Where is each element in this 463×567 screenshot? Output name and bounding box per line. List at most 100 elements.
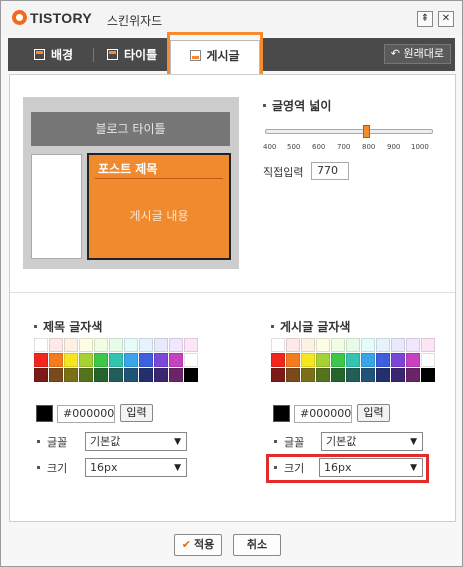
color-swatch[interactable] [139,338,153,352]
close-button[interactable]: ✕ [438,11,454,27]
color-swatch[interactable] [124,368,138,382]
color-swatch[interactable] [94,368,108,382]
color-swatch[interactable] [421,368,435,382]
title-size-select[interactable]: 16px ▼ [85,458,187,477]
body-color-hex-input[interactable]: #000000 [294,405,352,423]
color-swatch[interactable] [346,368,360,382]
window-title: 스킨위자드 [107,14,163,28]
color-swatch[interactable] [286,368,300,382]
color-swatch[interactable] [376,338,390,352]
color-swatch[interactable] [271,338,285,352]
revert-button[interactable]: ↶ 원래대로 [383,44,451,64]
color-swatch[interactable] [271,368,285,382]
color-swatch[interactable] [49,368,63,382]
color-swatch[interactable] [64,353,78,367]
color-swatch[interactable] [346,338,360,352]
layout-preview: 블로그 타이틀 포스트 제목 게시글 내용 [23,97,239,269]
color-swatch[interactable] [154,353,168,367]
color-swatch[interactable] [301,368,315,382]
color-swatch[interactable] [376,353,390,367]
body-color-apply-button[interactable]: 입력 [357,404,390,422]
color-swatch[interactable] [421,353,435,367]
color-swatch[interactable] [109,353,123,367]
color-swatch[interactable] [391,338,405,352]
color-swatch[interactable] [124,353,138,367]
color-swatch[interactable] [316,338,330,352]
color-swatch[interactable] [64,338,78,352]
color-swatch[interactable] [406,338,420,352]
color-swatch[interactable] [109,368,123,382]
color-swatch[interactable] [346,353,360,367]
color-swatch[interactable] [361,353,375,367]
highlight-box [266,454,429,483]
color-swatch[interactable] [49,353,63,367]
apply-button[interactable]: ✔ 적용 [174,534,222,556]
color-swatch[interactable] [94,353,108,367]
preview-post-title: 포스트 제목 [98,162,158,176]
color-swatch[interactable] [286,353,300,367]
color-swatch[interactable] [49,338,63,352]
color-swatch[interactable] [184,353,198,367]
color-swatch[interactable] [331,368,345,382]
color-swatch[interactable] [34,368,48,382]
color-swatch[interactable] [34,338,48,352]
body-color-palette[interactable] [271,338,436,383]
width-slider-thumb[interactable] [363,125,370,138]
title-color-hex-input[interactable]: #000000 [57,405,115,423]
color-swatch[interactable] [169,368,183,382]
color-swatch[interactable] [361,368,375,382]
color-swatch[interactable] [139,368,153,382]
color-swatch[interactable] [124,338,138,352]
color-swatch[interactable] [286,338,300,352]
color-swatch[interactable] [421,338,435,352]
title-color-apply-button[interactable]: 입력 [120,404,153,422]
body-color-preview [273,405,290,422]
pin-button[interactable]: ⇞ [417,11,433,27]
tab-background[interactable]: 배경 [34,41,73,69]
color-swatch[interactable] [391,368,405,382]
color-swatch[interactable] [301,338,315,352]
title-bar: TISTORY 스킨위자드 ⇞ ✕ [1,1,462,35]
preview-post: 포스트 제목 게시글 내용 [87,153,231,260]
color-swatch[interactable] [79,353,93,367]
tistory-logo-icon [12,10,27,25]
width-slider[interactable] [265,129,433,134]
color-swatch[interactable] [391,353,405,367]
color-swatch[interactable] [331,353,345,367]
color-swatch[interactable] [361,338,375,352]
color-swatch[interactable] [184,338,198,352]
color-swatch[interactable] [139,353,153,367]
color-swatch[interactable] [184,368,198,382]
color-swatch[interactable] [154,368,168,382]
color-swatch[interactable] [271,353,285,367]
tab-post[interactable]: 게시글 [167,32,263,76]
width-input[interactable]: 770 [311,162,349,180]
color-swatch[interactable] [316,353,330,367]
color-swatch[interactable] [331,338,345,352]
tistory-logo: TISTORY [30,10,92,26]
color-swatch[interactable] [109,338,123,352]
color-swatch[interactable] [64,368,78,382]
color-swatch[interactable] [154,338,168,352]
cancel-button[interactable]: 취소 [233,534,281,556]
color-swatch[interactable] [79,368,93,382]
chevron-down-icon: ▼ [174,437,181,447]
color-swatch[interactable] [79,338,93,352]
color-swatch[interactable] [406,353,420,367]
undo-icon: ↶ [390,47,401,60]
chevron-down-icon: ▼ [174,463,181,473]
color-swatch[interactable] [406,368,420,382]
color-swatch[interactable] [316,368,330,382]
layout-icon [34,49,45,60]
title-color-palette[interactable] [34,338,199,383]
color-swatch[interactable] [301,353,315,367]
color-swatch[interactable] [169,338,183,352]
color-swatch[interactable] [169,353,183,367]
color-swatch[interactable] [94,338,108,352]
tab-title[interactable]: 타이틀 [107,41,157,69]
direct-input-label: 직접입력 [263,166,304,179]
color-swatch[interactable] [34,353,48,367]
body-font-select[interactable]: 기본값 ▼ [321,432,423,451]
color-swatch[interactable] [376,368,390,382]
title-font-select[interactable]: 기본값 ▼ [85,432,187,451]
